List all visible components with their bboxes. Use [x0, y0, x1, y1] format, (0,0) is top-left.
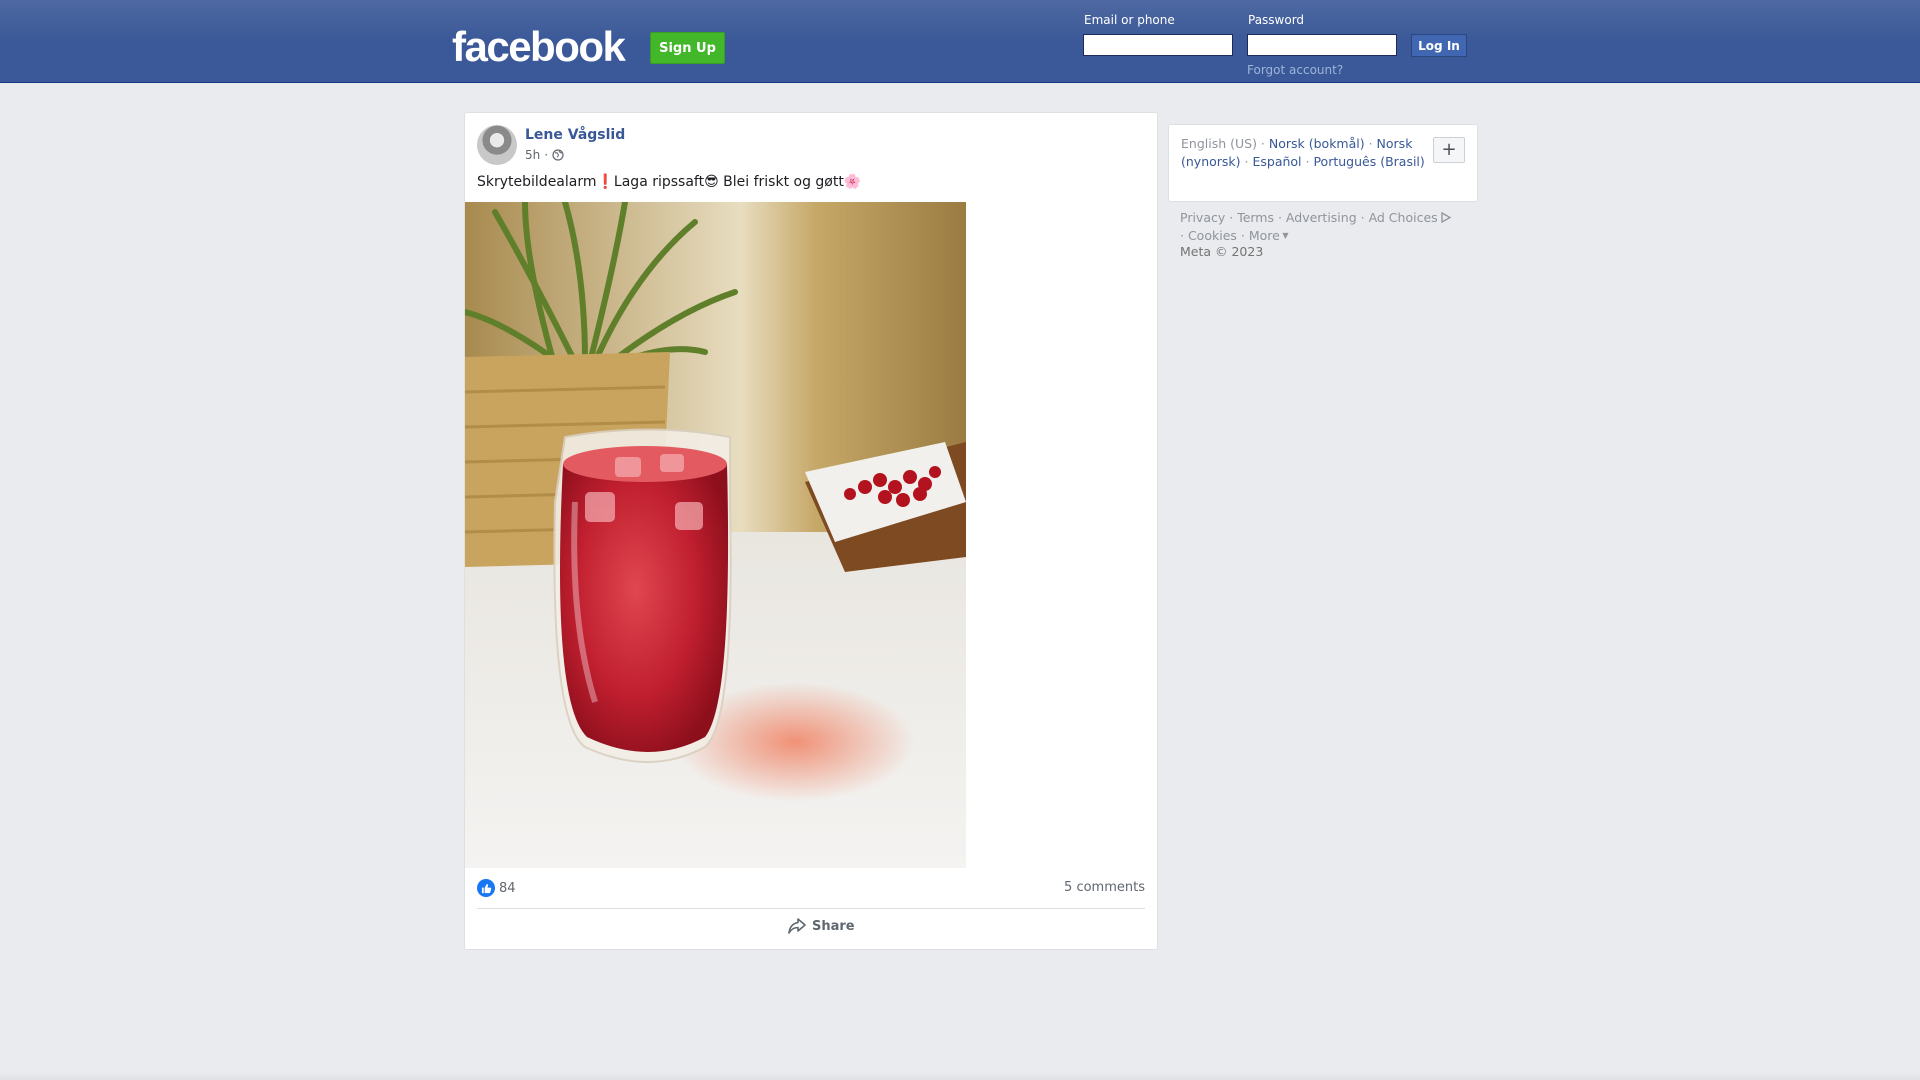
footer-link-cookies[interactable]: Cookies [1188, 228, 1237, 243]
like-icon [477, 879, 495, 897]
language-selector: English (US) · Norsk (bokmål) · Norsk (n… [1168, 124, 1478, 202]
email-field[interactable] [1083, 34, 1233, 56]
reactions-summary[interactable]: 84 [477, 879, 516, 897]
share-label: Share [812, 918, 855, 934]
more-languages-button[interactable]: + [1433, 137, 1465, 163]
footer-links: Privacy · Terms · Advertising · Ad Choic… [1180, 209, 1480, 245]
language-option[interactable]: Español [1252, 154, 1301, 169]
post-divider [477, 908, 1145, 909]
ad-choices-icon [1441, 211, 1451, 224]
post-time[interactable]: 5h [525, 148, 540, 162]
post-card: Lene Vågslid 5h · Skrytebildealarm❗Laga … [464, 112, 1158, 950]
post-author[interactable]: Lene Vågslid [525, 127, 625, 143]
log-in-button[interactable]: Log In [1411, 34, 1467, 57]
page-bottom-edge [0, 1072, 1920, 1080]
footer-link-privacy[interactable]: Privacy [1180, 210, 1225, 225]
copyright: Meta © 2023 [1180, 244, 1264, 259]
comments-count-link[interactable]: 5 comments [1064, 880, 1145, 895]
share-icon [788, 918, 806, 934]
post-photo[interactable] [465, 202, 966, 868]
caret-down-icon: ▼ [1279, 231, 1289, 240]
language-option[interactable]: Português (Brasil) [1313, 154, 1424, 169]
language-current: English (US) [1181, 136, 1257, 151]
footer-link-terms[interactable]: Terms [1237, 210, 1274, 225]
sign-up-button[interactable]: Sign Up [650, 32, 725, 64]
share-button[interactable]: Share [788, 918, 855, 934]
facebook-logo[interactable]: facebook [452, 20, 626, 74]
forgot-account-link[interactable]: Forgot account? [1247, 63, 1343, 77]
top-bar: facebook Sign Up Email or phone Password… [0, 0, 1920, 83]
footer-link-ad-choices[interactable]: Ad Choices [1369, 210, 1438, 225]
globe-icon [552, 149, 564, 161]
avatar[interactable] [477, 125, 517, 165]
footer-link-more[interactable]: More [1249, 228, 1280, 243]
email-label: Email or phone [1084, 13, 1175, 27]
meta-separator: · [544, 148, 549, 162]
post-text: Skrytebildealarm❗Laga ripssaft😎 Blei fri… [477, 174, 862, 190]
like-count: 84 [499, 880, 516, 896]
footer-link-advertising[interactable]: Advertising [1286, 210, 1357, 225]
photo-drink-glass [465, 202, 966, 868]
post-meta: 5h · [525, 148, 564, 162]
password-field[interactable] [1247, 34, 1397, 56]
password-label: Password [1248, 13, 1305, 27]
language-option[interactable]: Norsk (bokmål) [1269, 136, 1365, 151]
